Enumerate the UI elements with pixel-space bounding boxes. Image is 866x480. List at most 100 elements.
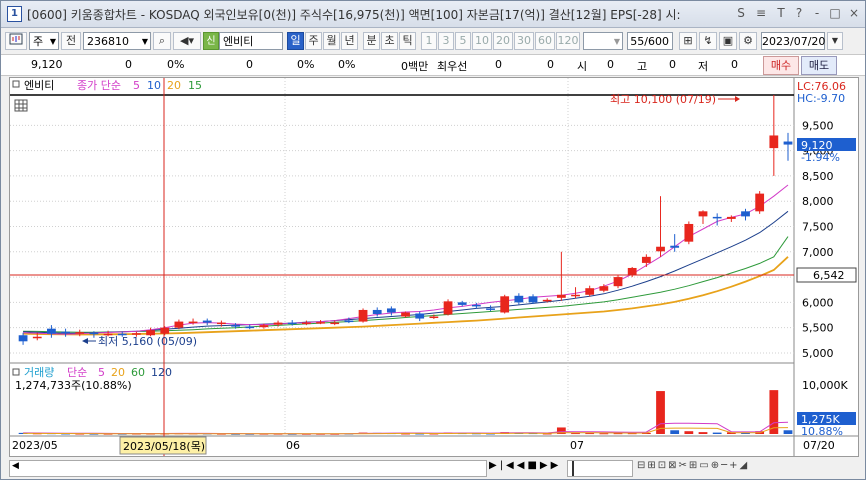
prev-button[interactable]: 전 [61, 32, 81, 50]
candle-body [202, 320, 212, 323]
credit-badge: 신 [203, 32, 219, 50]
price-y-tick: 9,500 [802, 119, 834, 132]
candle-body [627, 267, 637, 275]
market-select[interactable]: 주 ▼ [29, 32, 59, 50]
period-year-button[interactable]: 년 [341, 32, 358, 50]
scrollbar-track[interactable]: ◀ [9, 460, 487, 477]
period-day-button[interactable]: 일 [287, 32, 304, 50]
window-title: [0600] 키움종합차트 - KOSDAQ 외국인보유[0(천)] 주식수[1… [27, 8, 681, 22]
maximize-button[interactable]: □ [827, 5, 843, 21]
playback-controls[interactable]: ▶|◀◀■▶▶ [489, 460, 565, 475]
panel-collapse-icon[interactable] [12, 80, 20, 88]
current-rate-tag: -1.94% [801, 151, 840, 164]
date-input[interactable]: 2023/07/20 [761, 32, 825, 50]
buy-button[interactable]: 매수 [763, 56, 799, 75]
candle-body [344, 320, 354, 323]
period-minute-button[interactable]: 분 [363, 32, 380, 50]
text-icon[interactable]: T [773, 5, 789, 21]
candle-body [571, 294, 580, 297]
last-volume-value: 1,274,733주(10.88%) [15, 379, 132, 392]
minimize-button[interactable]: - [809, 5, 825, 21]
speaker-icon[interactable]: ◀▾ [173, 32, 201, 50]
indicator-icon[interactable]: ⊞ [679, 32, 697, 50]
stock-code-input[interactable]: 236810 ▼ [83, 32, 151, 50]
tool-icons[interactable]: ⊟⊞⊡⊠✂⊞▭⊕─+◢ [637, 460, 857, 475]
interval-3-button[interactable]: 3 [438, 32, 454, 50]
x-label-jul: 07 [570, 439, 584, 452]
candle-body [273, 322, 283, 325]
chart-area[interactable]: 9,5009,0008,5008,0007,5007,0006,5006,000… [9, 77, 859, 457]
trend-icon[interactable]: ↯ [699, 32, 717, 50]
volume-current-rate: 10.88% [801, 425, 843, 438]
candle-body [245, 326, 255, 329]
ma20-label: 20 [167, 79, 181, 92]
candle-body [542, 299, 552, 302]
low-arrow-head-icon [82, 338, 88, 344]
interval-30-button[interactable]: 30 [514, 32, 534, 50]
sell-button[interactable]: 매도 [801, 56, 837, 75]
interval-10-button[interactable]: 10 [472, 32, 492, 50]
price-y-tick: 8,000 [802, 195, 834, 208]
close-button[interactable]: × [846, 5, 862, 21]
gear-icon[interactable]: ⚙ [739, 32, 757, 50]
candle-body [769, 135, 779, 149]
candle-body [741, 211, 750, 217]
candle-body [386, 308, 396, 313]
volume-collapse-icon[interactable] [12, 368, 20, 376]
menu-icon[interactable]: ≡ [753, 5, 769, 21]
open-label: 시 [577, 60, 588, 73]
candle-body [755, 193, 765, 212]
search-icon[interactable]: ⌕ [153, 32, 171, 50]
price-y-tick: 5,500 [802, 322, 834, 335]
high-annotation: 최고 10,100 (07/19) [610, 93, 716, 106]
high-label: 고 [637, 60, 648, 73]
data-count-input[interactable]: 55/600 [627, 32, 673, 50]
vma20-label: 20 [111, 366, 125, 379]
candle-body [641, 256, 651, 263]
period-tick-button[interactable]: 틱 [399, 32, 416, 50]
high-arrow-head-icon [735, 96, 740, 102]
ma5-label: 5 [133, 79, 140, 92]
zoom-slider[interactable] [567, 460, 633, 477]
ma10-label: 10 [147, 79, 161, 92]
scroll-left-icon[interactable]: ◀ [12, 461, 19, 471]
stock-name-field: 엔비티 [219, 32, 283, 50]
candle-body [287, 322, 297, 325]
zoom-slider-thumb[interactable] [572, 461, 574, 476]
candle-body [514, 295, 524, 303]
low-label: 저 [698, 60, 709, 73]
crosshair-date-text: 2023/05/18(목) [123, 440, 205, 453]
save-icon[interactable]: ▣ [719, 32, 737, 50]
candle-body [174, 321, 184, 328]
volume-rate: 0% [297, 58, 315, 71]
interval-1-button[interactable]: 1 [421, 32, 437, 50]
interval-custom-input[interactable]: ▼ [583, 32, 623, 50]
stock-chart-svg[interactable]: 9,5009,0008,5008,0007,5007,0006,5006,000… [10, 78, 858, 456]
volume-bar [698, 432, 708, 434]
interval-60-button[interactable]: 60 [535, 32, 555, 50]
candle-body [656, 246, 665, 252]
help-icon[interactable]: ? [791, 5, 807, 21]
candle-body [500, 296, 510, 313]
best-ask: 0 [495, 58, 502, 71]
quote-info-bar: 9,120 0 0% 0 0% 0% 0백만 최우선 0 0 시 0 고 0 저… [1, 55, 865, 76]
period-second-button[interactable]: 초 [381, 32, 398, 50]
interval-120-button[interactable]: 120 [556, 32, 580, 50]
change-rate: 0% [167, 58, 185, 71]
period-week-button[interactable]: 주 [305, 32, 322, 50]
volume-legend-name: 거래량 [24, 366, 54, 379]
grid-table-icon[interactable] [14, 99, 28, 112]
period-month-button[interactable]: 월 [323, 32, 340, 50]
candle-body [217, 322, 226, 325]
screen-setting-icon[interactable]: S [733, 5, 749, 21]
interval-20-button[interactable]: 20 [493, 32, 513, 50]
candle-body [585, 288, 595, 295]
interval-5-button[interactable]: 5 [455, 32, 471, 50]
price-legend-name: 엔비티 [24, 79, 54, 92]
hc-label: HC:-9.70 [797, 92, 845, 105]
chart-type-icon[interactable] [5, 32, 27, 50]
vma120-label: 120 [151, 366, 172, 379]
price-y-tick: 5,000 [802, 347, 834, 360]
calendar-dropdown-icon[interactable]: ▼ [827, 32, 843, 50]
candle-body [259, 325, 269, 328]
